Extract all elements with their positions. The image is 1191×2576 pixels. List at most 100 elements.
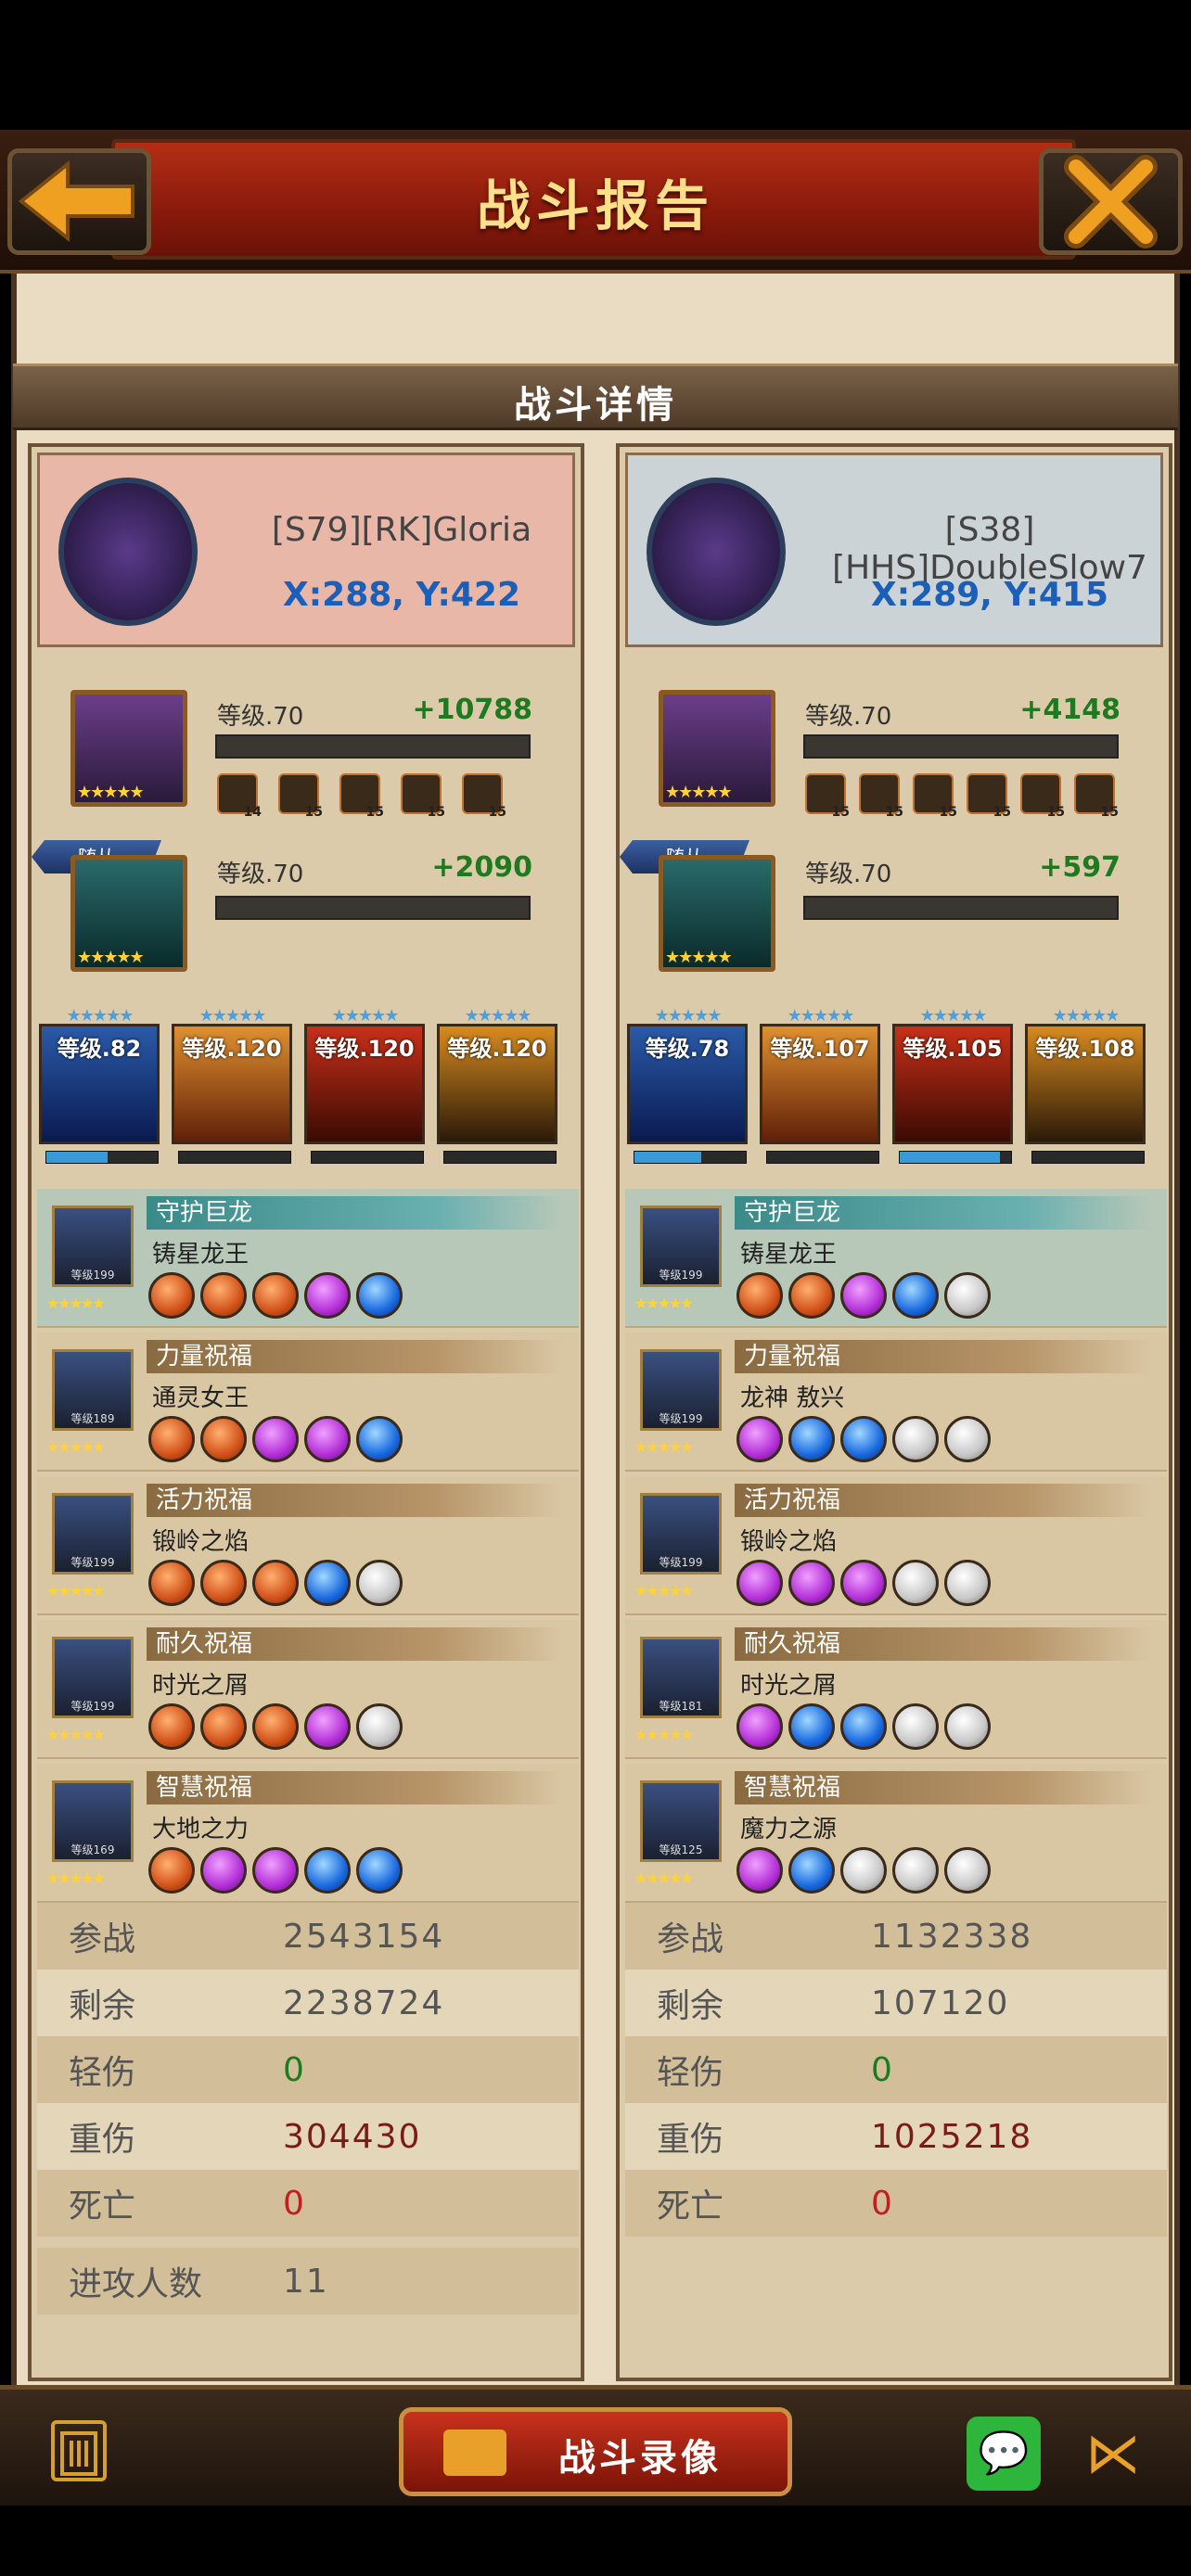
- gear-icon[interactable]: 15: [913, 773, 957, 820]
- orange-rune-icon[interactable]: [252, 1703, 299, 1750]
- dragon-row[interactable]: 等级125 ★★★★★ 智慧祝福 魔力之源: [625, 1764, 1167, 1903]
- troop-card[interactable]: ★★★★★ 等级.78: [627, 1006, 748, 1164]
- dragon-icon[interactable]: 等级199: [52, 1493, 134, 1575]
- grey-rune-icon[interactable]: [944, 1560, 991, 1606]
- blue-rune-icon[interactable]: [304, 1560, 351, 1606]
- companion-portrait[interactable]: ★★★★★: [659, 855, 775, 972]
- dragon-row[interactable]: 等级199 ★★★★★ 耐久祝福 时光之屑: [37, 1620, 579, 1759]
- dragon-row[interactable]: 等级169 ★★★★★ 智慧祝福 大地之力: [37, 1764, 579, 1903]
- purple-rune-icon[interactable]: [736, 1847, 783, 1894]
- dragon-icon[interactable]: 等级199: [640, 1493, 722, 1575]
- dragon-row[interactable]: 等级199 ★★★★★ 活力祝福 锻岭之焰: [625, 1476, 1167, 1615]
- dragon-icon[interactable]: 等级199: [640, 1205, 722, 1287]
- blue-rune-icon[interactable]: [356, 1847, 403, 1894]
- dragon-row[interactable]: 等级199 ★★★★★ 力量祝福 龙神 敖兴: [625, 1333, 1167, 1472]
- dragon-row[interactable]: 等级199 ★★★★★ 守护巨龙 铸星龙王: [625, 1189, 1167, 1328]
- gear-icon[interactable]: 15: [805, 773, 850, 820]
- orange-rune-icon[interactable]: [200, 1560, 247, 1606]
- orange-rune-icon[interactable]: [200, 1703, 247, 1750]
- orange-rune-icon[interactable]: [148, 1847, 195, 1894]
- blue-rune-icon[interactable]: [788, 1703, 835, 1750]
- blue-rune-icon[interactable]: [892, 1272, 939, 1319]
- orange-rune-icon[interactable]: [736, 1272, 783, 1319]
- player-avatar[interactable]: [58, 478, 198, 626]
- grey-rune-icon[interactable]: [944, 1416, 991, 1462]
- hero-portrait[interactable]: ★★★★★: [659, 690, 775, 807]
- gear-icon[interactable]: 15: [462, 773, 506, 820]
- blue-rune-icon[interactable]: [356, 1272, 403, 1319]
- companion-portrait[interactable]: ★★★★★: [70, 855, 187, 972]
- gear-icon[interactable]: 15: [278, 773, 323, 820]
- blue-rune-icon[interactable]: [788, 1416, 835, 1462]
- blue-rune-icon[interactable]: [304, 1847, 351, 1894]
- dragon-icon[interactable]: 等级189: [52, 1349, 134, 1431]
- dragon-row[interactable]: 等级181 ★★★★★ 耐久祝福 时光之屑: [625, 1620, 1167, 1759]
- grey-rune-icon[interactable]: [840, 1847, 887, 1894]
- gear-icon[interactable]: 15: [401, 773, 445, 820]
- player-card[interactable]: [S79][RK]Gloria X:288, Y:422: [37, 453, 575, 647]
- blue-rune-icon[interactable]: [840, 1703, 887, 1750]
- purple-rune-icon[interactable]: [788, 1560, 835, 1606]
- dragon-icon[interactable]: 等级169: [52, 1780, 134, 1862]
- troop-card[interactable]: ★★★★★ 等级.107: [760, 1006, 880, 1164]
- purple-rune-icon[interactable]: [304, 1703, 351, 1750]
- blue-rune-icon[interactable]: [356, 1416, 403, 1462]
- troop-card[interactable]: ★★★★★ 等级.120: [304, 1006, 425, 1164]
- orange-rune-icon[interactable]: [148, 1272, 195, 1319]
- orange-rune-icon[interactable]: [252, 1560, 299, 1606]
- player-coordinates[interactable]: X:288, Y:422: [225, 576, 578, 614]
- grey-rune-icon[interactable]: [356, 1703, 403, 1750]
- grey-rune-icon[interactable]: [892, 1703, 939, 1750]
- dragon-icon[interactable]: 等级199: [52, 1205, 134, 1287]
- troop-card[interactable]: ★★★★★ 等级.120: [172, 1006, 292, 1164]
- orange-rune-icon[interactable]: [200, 1416, 247, 1462]
- dragon-icon[interactable]: 等级199: [52, 1637, 134, 1718]
- grey-rune-icon[interactable]: [944, 1703, 991, 1750]
- purple-rune-icon[interactable]: [840, 1560, 887, 1606]
- dragon-row[interactable]: 等级189 ★★★★★ 力量祝福 通灵女王: [37, 1333, 579, 1472]
- orange-rune-icon[interactable]: [200, 1272, 247, 1319]
- dragon-row[interactable]: 等级199 ★★★★★ 活力祝福 锻岭之焰: [37, 1476, 579, 1615]
- wechat-icon[interactable]: 💬: [967, 2417, 1041, 2491]
- gear-icon[interactable]: 15: [1074, 773, 1119, 820]
- troop-card[interactable]: ★★★★★ 等级.108: [1025, 1006, 1146, 1164]
- purple-rune-icon[interactable]: [840, 1272, 887, 1319]
- trash-icon[interactable]: [51, 2420, 107, 2481]
- orange-rune-icon[interactable]: [148, 1560, 195, 1606]
- gear-icon[interactable]: 15: [339, 773, 384, 820]
- purple-rune-icon[interactable]: [304, 1416, 351, 1462]
- back-button[interactable]: [7, 148, 151, 255]
- player-avatar[interactable]: [647, 478, 786, 626]
- gear-icon[interactable]: 15: [967, 773, 1011, 820]
- grey-rune-icon[interactable]: [944, 1272, 991, 1319]
- hero-portrait[interactable]: ★★★★★: [70, 690, 187, 807]
- grey-rune-icon[interactable]: [944, 1847, 991, 1894]
- purple-rune-icon[interactable]: [304, 1272, 351, 1319]
- share-icon[interactable]: ⋉: [1076, 2417, 1150, 2491]
- gear-icon[interactable]: 15: [859, 773, 903, 820]
- troop-card[interactable]: ★★★★★ 等级.82: [39, 1006, 160, 1164]
- orange-rune-icon[interactable]: [252, 1272, 299, 1319]
- purple-rune-icon[interactable]: [252, 1847, 299, 1894]
- purple-rune-icon[interactable]: [200, 1847, 247, 1894]
- orange-rune-icon[interactable]: [148, 1703, 195, 1750]
- grey-rune-icon[interactable]: [892, 1847, 939, 1894]
- gear-icon[interactable]: 14: [217, 773, 262, 820]
- blue-rune-icon[interactable]: [840, 1416, 887, 1462]
- purple-rune-icon[interactable]: [736, 1560, 783, 1606]
- grey-rune-icon[interactable]: [892, 1560, 939, 1606]
- dragon-icon[interactable]: 等级199: [640, 1349, 722, 1431]
- dragon-icon[interactable]: 等级181: [640, 1637, 722, 1718]
- dragon-row[interactable]: 等级199 ★★★★★ 守护巨龙 铸星龙王: [37, 1189, 579, 1328]
- troop-card[interactable]: ★★★★★ 等级.120: [437, 1006, 557, 1164]
- grey-rune-icon[interactable]: [356, 1560, 403, 1606]
- gear-icon[interactable]: 15: [1020, 773, 1065, 820]
- blue-rune-icon[interactable]: [788, 1847, 835, 1894]
- orange-rune-icon[interactable]: [788, 1272, 835, 1319]
- close-button[interactable]: [1039, 148, 1183, 255]
- orange-rune-icon[interactable]: [148, 1416, 195, 1462]
- player-card[interactable]: [S38][HHS]DoubleSlow7 X:289, Y:415: [625, 453, 1163, 647]
- purple-rune-icon[interactable]: [252, 1416, 299, 1462]
- purple-rune-icon[interactable]: [736, 1416, 783, 1462]
- troop-card[interactable]: ★★★★★ 等级.105: [892, 1006, 1013, 1164]
